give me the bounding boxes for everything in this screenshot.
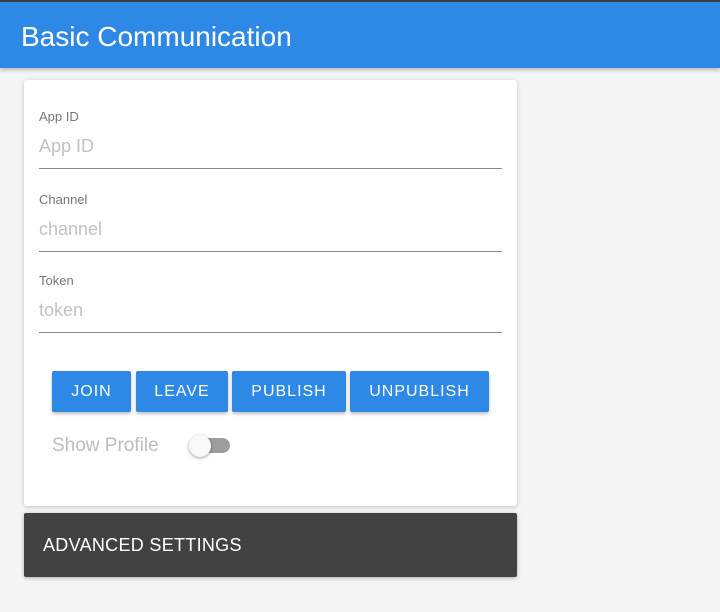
token-field: Token [39, 273, 502, 343]
channel-label: Channel [39, 192, 88, 207]
join-button[interactable]: JOIN [52, 371, 131, 412]
app-id-label: App ID [39, 109, 79, 124]
channel-input[interactable] [39, 214, 502, 244]
channel-underline [39, 251, 502, 252]
app-id-underline [39, 168, 502, 169]
connection-form-card: App ID Channel Token JOIN LEAVE PUBLISH … [24, 80, 517, 506]
unpublish-button[interactable]: UNPUBLISH [350, 371, 489, 412]
token-label: Token [39, 273, 74, 288]
app-id-input[interactable] [39, 131, 502, 161]
advanced-settings-panel[interactable]: ADVANCED SETTINGS [24, 513, 517, 577]
leave-button[interactable]: LEAVE [136, 371, 228, 412]
advanced-settings-label: ADVANCED SETTINGS [43, 535, 242, 555]
app-id-field: App ID [39, 109, 502, 179]
publish-button[interactable]: PUBLISH [232, 371, 346, 412]
token-underline [39, 332, 502, 333]
channel-field: Channel [39, 192, 502, 262]
show-profile-toggle[interactable] [189, 435, 211, 457]
app-bar: Basic Communication [0, 2, 720, 68]
token-input[interactable] [39, 295, 502, 325]
show-profile-label: Show Profile [52, 435, 159, 456]
app-title: Basic Communication [21, 21, 292, 52]
